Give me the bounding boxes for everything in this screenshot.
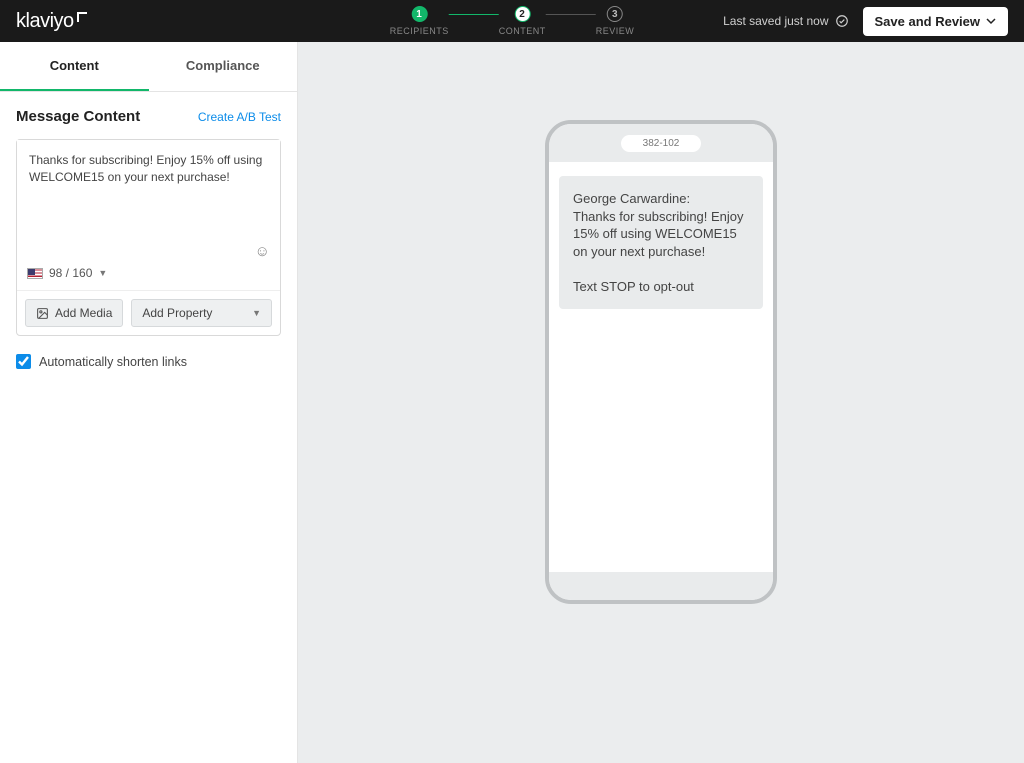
message-textarea[interactable] xyxy=(17,140,280,240)
brand-logo-mark-icon xyxy=(77,12,87,22)
tab-content[interactable]: Content xyxy=(0,42,149,91)
wizard-stepper: 1 RECIPIENTS 2 CONTENT 3 REVIEW xyxy=(390,6,635,36)
shorten-links-checkbox[interactable] xyxy=(16,354,31,369)
preview-area: 382-102 George Carwardine: Thanks for su… xyxy=(298,42,1024,763)
sender-number-pill: 382-102 xyxy=(621,135,702,152)
save-and-review-button[interactable]: Save and Review xyxy=(863,7,1009,36)
step-label: REVIEW xyxy=(596,26,635,36)
sms-bubble: George Carwardine: Thanks for subscribin… xyxy=(559,176,763,309)
step-number: 3 xyxy=(607,6,623,22)
step-review[interactable]: 3 REVIEW xyxy=(596,6,635,36)
emoji-row: ☺ xyxy=(17,243,280,260)
last-saved-text: Last saved just now xyxy=(723,14,828,28)
add-property-button[interactable]: Add Property ▼ xyxy=(131,299,272,327)
app-header: klaviyo 1 RECIPIENTS 2 CONTENT 3 REVIEW … xyxy=(0,0,1024,42)
step-connector-icon xyxy=(449,14,499,15)
brand-logo-text: klaviyo xyxy=(16,10,74,33)
brand-logo: klaviyo xyxy=(16,10,87,33)
save-button-label: Save and Review xyxy=(875,14,981,29)
char-counter-row: 98 / 160 ▼ xyxy=(17,260,280,290)
chevron-down-icon: ▼ xyxy=(252,308,261,318)
step-connector-icon xyxy=(546,14,596,15)
main-layout: Content Compliance Message Content Creat… xyxy=(0,42,1024,763)
emoji-picker-icon[interactable]: ☺ xyxy=(255,243,270,260)
sidebar-tabs: Content Compliance xyxy=(0,42,297,92)
message-editor-card: ☺ 98 / 160 ▼ Add Media Add Property ▼ xyxy=(16,139,281,336)
header-right: Last saved just now Save and Review xyxy=(723,7,1008,36)
last-saved-label: Last saved just now xyxy=(723,14,848,28)
image-icon xyxy=(36,307,49,320)
char-counter: 98 / 160 xyxy=(49,266,92,280)
panel-title: Message Content xyxy=(16,108,140,125)
step-number: 2 xyxy=(514,6,530,22)
step-content[interactable]: 2 CONTENT xyxy=(499,6,546,36)
phone-statusbar: 382-102 xyxy=(549,124,773,162)
tab-label: Compliance xyxy=(186,58,260,73)
panel-header: Message Content Create A/B Test xyxy=(16,108,281,125)
content-panel: Message Content Create A/B Test ☺ 98 / 1… xyxy=(0,92,297,385)
add-media-button[interactable]: Add Media xyxy=(25,299,123,327)
phone-frame: 382-102 George Carwardine: Thanks for su… xyxy=(545,120,777,604)
us-flag-icon[interactable] xyxy=(27,268,43,279)
shorten-links-row[interactable]: Automatically shorten links xyxy=(16,336,281,369)
step-label: RECIPIENTS xyxy=(390,26,449,36)
phone-bottom-bar xyxy=(549,572,773,600)
step-label: CONTENT xyxy=(499,26,546,36)
check-circle-icon xyxy=(835,14,849,28)
tab-compliance[interactable]: Compliance xyxy=(149,42,298,91)
editor-sidebar: Content Compliance Message Content Creat… xyxy=(0,42,298,763)
create-ab-test-link[interactable]: Create A/B Test xyxy=(198,110,281,124)
phone-screen: George Carwardine: Thanks for subscribin… xyxy=(549,162,773,572)
button-label: Add Property xyxy=(142,306,212,320)
editor-action-row: Add Media Add Property ▼ xyxy=(17,290,280,335)
step-number: 1 xyxy=(411,6,427,22)
button-label: Add Media xyxy=(55,306,112,320)
chevron-down-icon[interactable]: ▼ xyxy=(98,268,107,278)
tab-label: Content xyxy=(50,58,99,73)
checkbox-label: Automatically shorten links xyxy=(39,355,187,369)
step-recipients[interactable]: 1 RECIPIENTS xyxy=(390,6,449,36)
chevron-down-icon xyxy=(986,16,996,26)
